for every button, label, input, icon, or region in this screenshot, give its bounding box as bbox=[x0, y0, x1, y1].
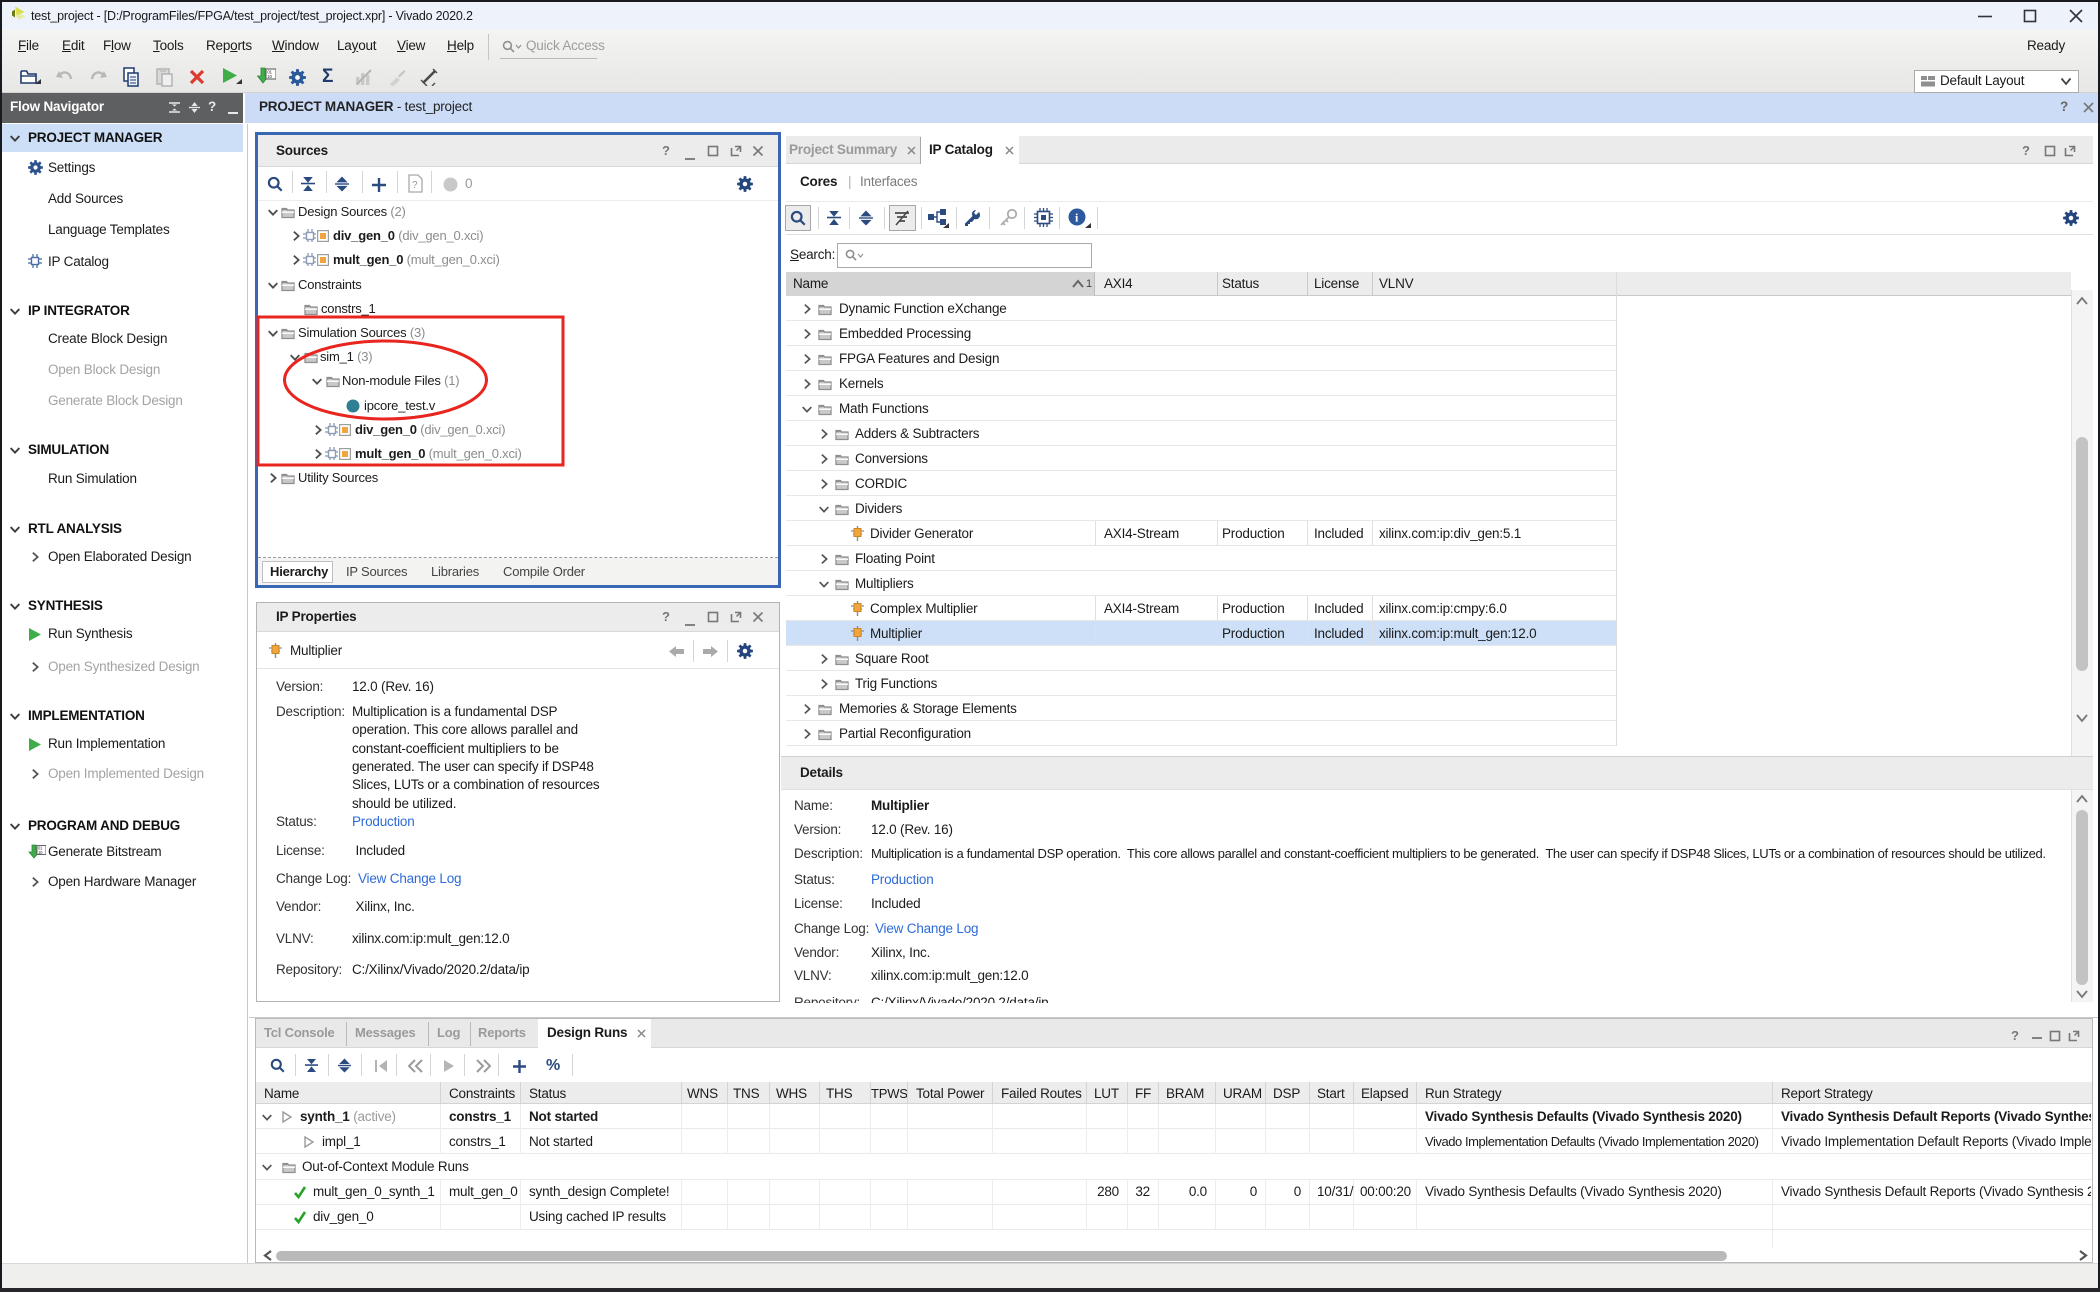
svg-text:?: ? bbox=[412, 180, 418, 191]
svg-text:10: 10 bbox=[267, 74, 272, 79]
